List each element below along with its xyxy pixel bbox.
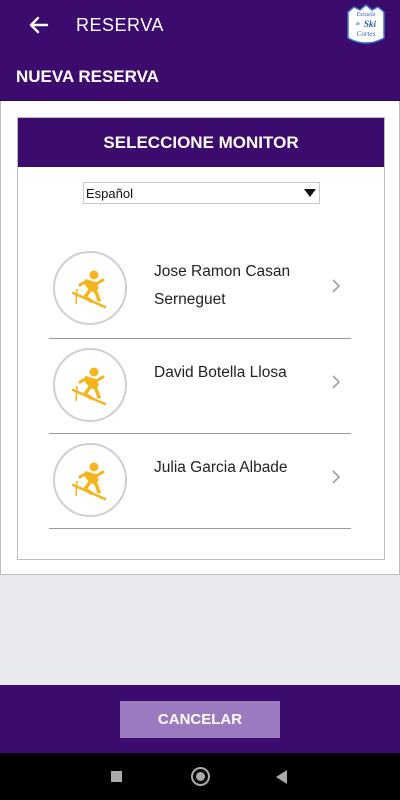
avatar — [53, 348, 127, 422]
svg-text:Escuela: Escuela — [356, 12, 376, 18]
monitor-item[interactable]: David Botella Llosa — [49, 339, 351, 434]
card-title: SELECCIONE MONITOR — [103, 132, 299, 152]
svg-text:Cortes: Cortes — [357, 30, 376, 38]
back-triangle-icon[interactable] — [276, 770, 287, 784]
monitor-name-line: Julia Garcia Albade — [154, 459, 288, 476]
app-bar: RESERVA Escuela de Ski Cortes — [0, 0, 400, 50]
arrow-left-icon — [29, 16, 49, 34]
content-area: SELECCIONE MONITOR Español Jose Ramon Ca… — [0, 101, 400, 575]
monitor-name-line: David Botella Llosa — [154, 364, 287, 381]
monitor-item[interactable]: Julia Garcia Albade — [49, 434, 351, 529]
footer-bar: CANCELAR — [0, 685, 400, 753]
page-title: RESERVA — [76, 15, 164, 35]
skier-icon — [71, 270, 107, 309]
chevron-right-icon — [332, 279, 341, 293]
card-header: SELECCIONE MONITOR — [18, 118, 384, 167]
monitor-card: SELECCIONE MONITOR Español Jose Ramon Ca… — [17, 117, 385, 560]
language-select-value: Español — [86, 186, 133, 201]
school-logo: Escuela de Ski Cortes — [347, 4, 385, 44]
monitor-item[interactable]: Jose Ramon Casan Serneguet — [49, 238, 351, 339]
svg-text:Ski: Ski — [364, 19, 377, 29]
monitor-name: Julia Garcia Albade — [154, 454, 324, 482]
monitor-name-line: Jose Ramon Casan — [154, 263, 291, 280]
skier-icon — [71, 462, 107, 501]
avatar — [53, 251, 127, 325]
chevron-right-icon — [332, 470, 341, 484]
svg-text:de: de — [356, 22, 362, 27]
home-circle-icon[interactable] — [191, 767, 210, 786]
monitor-name: David Botella Llosa — [154, 359, 324, 387]
avatar — [53, 443, 127, 517]
dropdown-arrow-icon — [304, 189, 316, 197]
recents-square-icon[interactable] — [111, 771, 122, 782]
language-select[interactable]: Español — [83, 182, 320, 204]
system-nav-bar — [0, 753, 400, 800]
back-button[interactable] — [24, 9, 54, 41]
sub-header: NUEVA RESERVA — [0, 50, 400, 101]
section-title: NUEVA RESERVA — [16, 67, 159, 86]
chevron-right-icon — [332, 375, 341, 389]
cancel-button[interactable]: CANCELAR — [120, 701, 280, 738]
monitor-list: Jose Ramon Casan Serneguet David Botella… — [49, 238, 351, 529]
skier-icon — [71, 367, 107, 406]
home-dot — [196, 772, 205, 781]
monitor-name: Jose Ramon Casan Serneguet — [154, 258, 324, 314]
monitor-name-line: Serneguet — [154, 291, 226, 308]
